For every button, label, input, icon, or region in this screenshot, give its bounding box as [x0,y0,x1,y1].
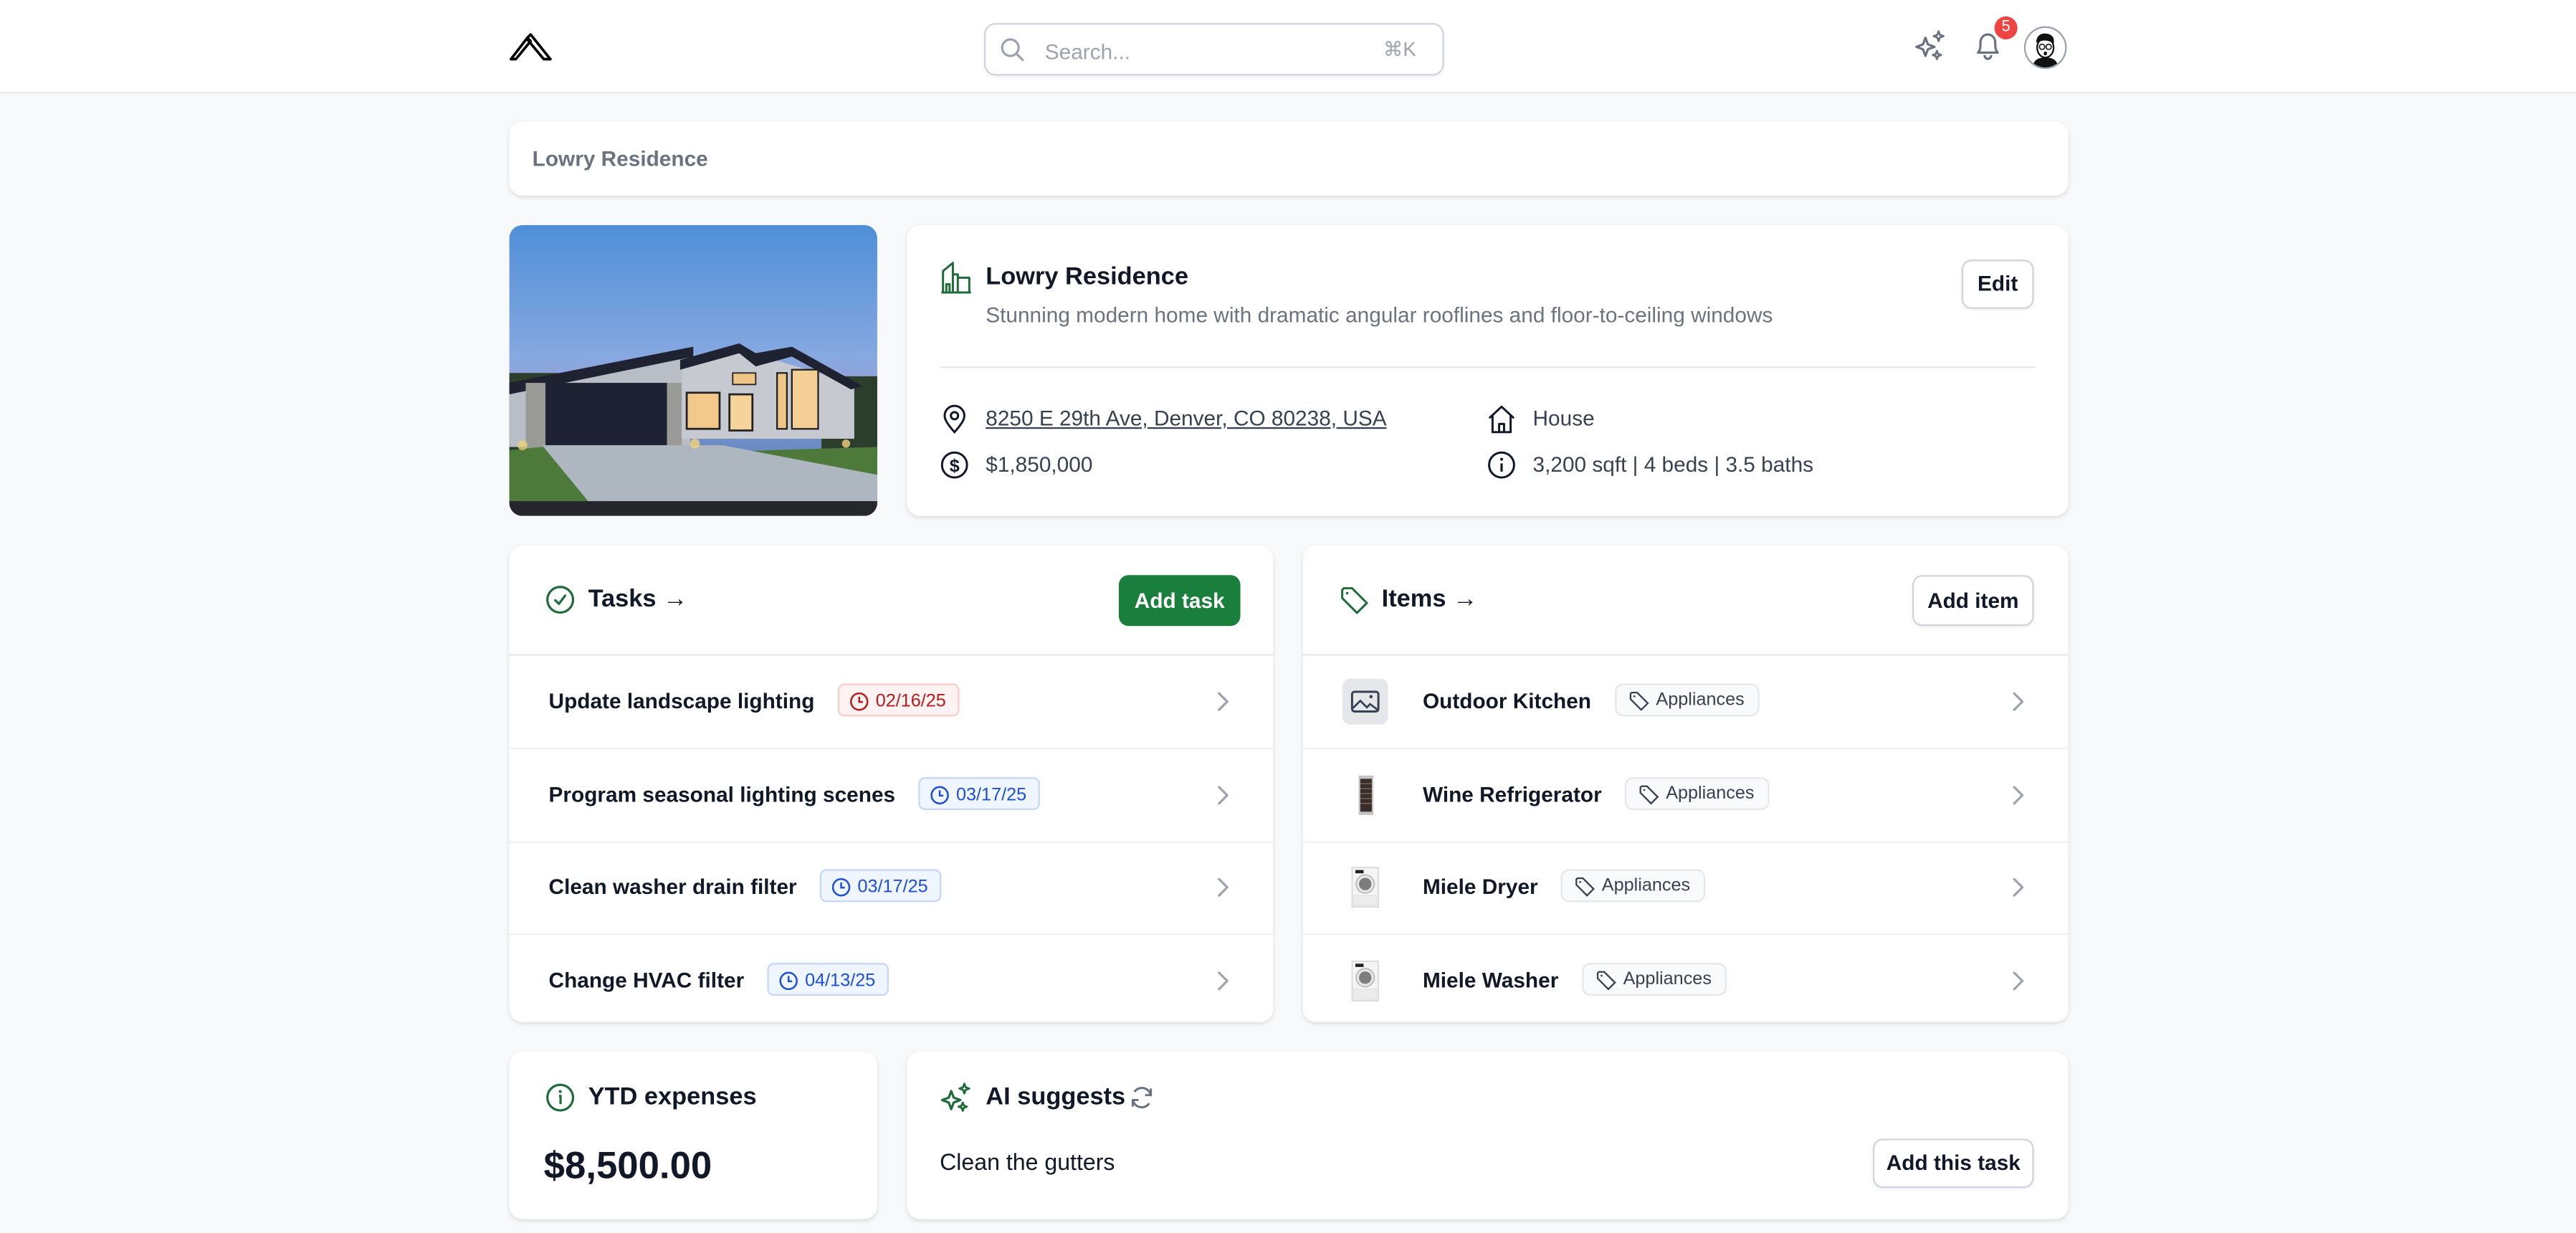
tag-icon [1341,587,1368,614]
map-pin-icon [943,404,965,434]
price-value: $1,850,000 [986,452,1093,477]
info-icon [546,1083,575,1112]
task-name: Change HVAC filter [548,966,745,992]
tag-icon [1575,877,1595,897]
task-row[interactable]: Update landscape lighting 02/16/25 [509,656,1274,750]
wine-fridge-photo [1358,774,1374,814]
chevron-right-icon [1218,785,1229,804]
ai-title: AI suggests [986,1082,1126,1111]
building-icon [941,262,971,294]
ai-suggests-card: AI suggests Clean the gutters Add this t… [907,1051,2069,1219]
chevron-right-icon [2013,692,2024,711]
check-circle-icon [546,586,575,614]
dollar-circle-icon: $ [940,451,968,479]
type-value: House [1532,406,1595,431]
due-date: 04/13/25 [805,970,876,990]
chevron-right-icon [1218,692,1229,711]
sparkles-icon [940,1082,970,1112]
chevron-right-icon [1218,971,1229,990]
items-panel: Items → Add item Outdoor Kitchen Applianc… [1302,545,2069,1022]
tasks-panel: Tasks → Add task Update landscape lighti… [509,545,1274,1022]
clock-icon [831,878,851,897]
avatar[interactable] [2023,26,2067,70]
property-name: Lowry Residence [986,262,1189,291]
clock-icon [850,692,869,711]
category-label: Appliances [1623,968,1712,989]
refresh-icon[interactable] [1129,1085,1155,1111]
task-row[interactable]: Clean washer drain filter 03/17/25 [509,842,1274,936]
dryer-photo [1351,867,1379,908]
chevron-right-icon [2013,971,2024,990]
ytd-expenses-card: YTD expenses $8,500.00 [509,1051,877,1219]
add-item-button[interactable]: Add item [1912,575,2034,627]
avatar-cartoon-icon [2032,33,2059,67]
edit-button[interactable]: Edit [1961,260,2034,309]
ytd-value: $8,500.00 [543,1143,712,1186]
category-label: Appliances [1666,783,1755,803]
task-row[interactable]: Change HVAC filter 04/13/25 [510,934,1274,1026]
due-date: 03/17/25 [857,877,928,898]
property-photo[interactable] [509,225,877,516]
tag-icon [1596,970,1616,990]
washer-photo [1351,960,1379,1001]
breadcrumb-current[interactable]: Lowry Residence [533,146,708,171]
tag-icon [1639,784,1659,804]
details-value: 3,200 sqft | 4 beds | 3.5 baths [1532,452,1814,477]
breadcrumb: Lowry Residence [509,121,2069,196]
search-input[interactable] [1041,32,1360,70]
info-icon [1488,451,1515,479]
item-row[interactable]: Outdoor Kitchen Appliances [1302,656,2069,750]
property-info-card: Lowry Residence Stunning modern home wit… [907,225,2069,516]
image-placeholder-icon [1342,678,1388,725]
category-label: Appliances [1601,875,1691,896]
item-row[interactable]: Wine Refrigerator Appliances [1302,748,2069,842]
due-date: 02/16/25 [875,691,946,712]
clock-icon [930,785,949,804]
tag-icon [1629,691,1649,711]
top-bar: ⌘K 5 [0,0,2576,94]
search-icon [1001,38,1024,62]
item-name: Outdoor Kitchen [1422,688,1592,713]
item-name: Wine Refrigerator [1422,781,1602,806]
add-task-button[interactable]: Add task [1118,575,1241,627]
sparkles-icon[interactable] [1912,28,1948,64]
clock-icon [779,971,798,989]
due-date-badge: 04/13/25 [767,962,889,995]
ai-suggestion-text: Clean the gutters [940,1148,1115,1175]
task-name: Program seasonal lighting scenes [548,781,896,806]
property-description: Stunning modern home with dramatic angul… [986,302,1773,328]
chevron-right-icon [1218,877,1229,897]
svg-text:$: $ [950,456,960,476]
chevron-right-icon [2013,877,2024,897]
category-badge: Appliances [1582,962,1727,995]
ytd-title: YTD expenses [588,1082,757,1111]
logo-icon[interactable] [506,27,558,66]
item-name: Miele Dryer [1422,874,1538,899]
chevron-right-icon [2013,785,2024,804]
house-photo-illustration [509,225,877,516]
tasks-title-link[interactable]: Tasks → [588,585,688,613]
items-title-link[interactable]: Items → [1382,585,1478,613]
task-name: Update landscape lighting [548,688,815,713]
category-badge: Appliances [1624,776,1770,809]
category-badge: Appliances [1615,683,1760,717]
item-row[interactable]: Miele Dryer Appliances [1302,842,2069,936]
search-box[interactable]: ⌘K [983,23,1444,76]
task-row[interactable]: Program seasonal lighting scenes 03/17/25 [509,748,1274,842]
item-row[interactable]: Miele Washer Appliances [1303,934,2069,1026]
add-this-task-button[interactable]: Add this task [1872,1138,2034,1189]
house-icon [1488,405,1515,434]
category-label: Appliances [1656,690,1745,710]
item-name: Miele Washer [1422,966,1559,992]
due-date-badge: 02/16/25 [837,683,960,717]
divider [940,366,2036,368]
notification-count-badge: 5 [1994,16,2018,40]
category-badge: Appliances [1560,869,1705,903]
task-name: Clean washer drain filter [548,874,797,899]
due-date-badge: 03/17/25 [819,869,941,903]
address-link[interactable]: 8250 E 29th Ave, Denver, CO 80238, USA [986,406,1386,430]
due-date-badge: 03/17/25 [918,776,1040,809]
search-shortcut-hint: ⌘K [1383,37,1416,61]
due-date: 03/17/25 [956,784,1027,804]
